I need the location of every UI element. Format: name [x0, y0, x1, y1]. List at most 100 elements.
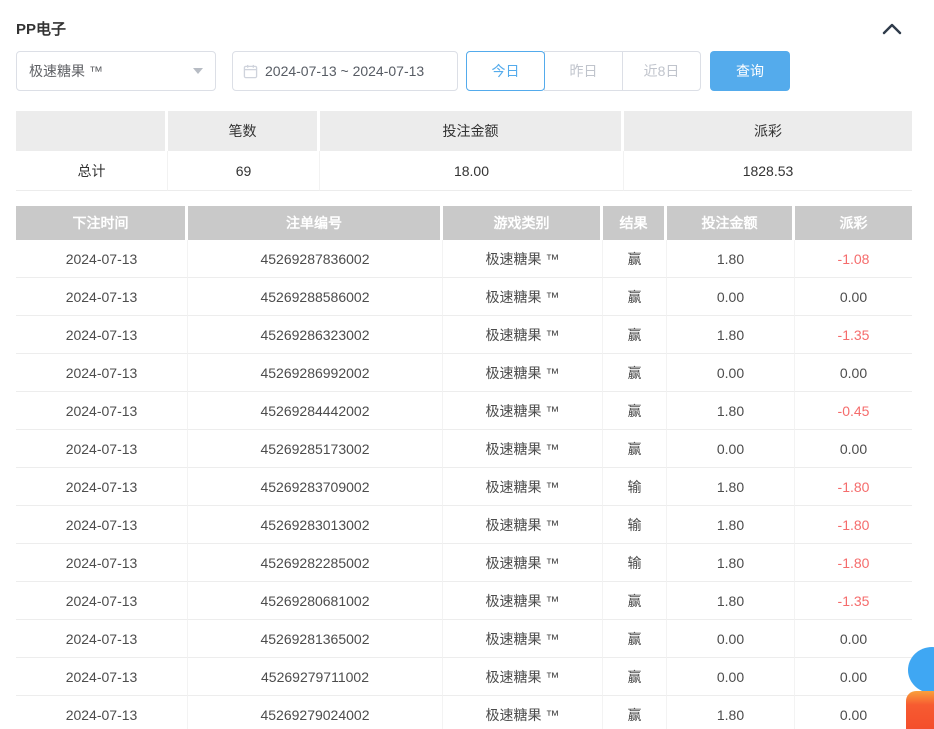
bet-result: 赢: [603, 582, 667, 620]
bet-amount: 0.00: [667, 354, 795, 392]
summary-col-count: 笔数: [168, 111, 320, 151]
bet-game: 极速糖果 ™: [443, 696, 603, 729]
bet-result: 赢: [603, 430, 667, 468]
bet-date: 2024-07-13: [16, 696, 188, 729]
date-quick-buttons: 今日 昨日 近8日: [466, 51, 701, 91]
table-row: 2024-07-1345269288586002极速糖果 ™赢0.000.00: [16, 278, 912, 316]
bet-date: 2024-07-13: [16, 354, 188, 392]
summary-col-blank: [16, 111, 168, 151]
bet-result: 赢: [603, 278, 667, 316]
bet-game: 极速糖果 ™: [443, 620, 603, 658]
bet-amount: 1.80: [667, 392, 795, 430]
bet-id: 45269284442002: [188, 392, 443, 430]
summary-header-row: 笔数 投注金额 派彩: [16, 111, 912, 151]
bet-id: 45269283709002: [188, 468, 443, 506]
summary-total-label: 总计: [16, 151, 168, 191]
bet-id: 45269279024002: [188, 696, 443, 729]
bet-amount: 1.80: [667, 582, 795, 620]
bet-game: 极速糖果 ™: [443, 316, 603, 354]
bet-amount: 0.00: [667, 620, 795, 658]
bet-date: 2024-07-13: [16, 316, 188, 354]
table-row: 2024-07-1345269282285002极速糖果 ™输1.80-1.80: [16, 544, 912, 582]
bet-game: 极速糖果 ™: [443, 506, 603, 544]
bet-payout: -1.08: [795, 240, 912, 278]
table-row: 2024-07-1345269281365002极速糖果 ™赢0.000.00: [16, 620, 912, 658]
bet-result: 输: [603, 544, 667, 582]
table-row: 2024-07-1345269279711002极速糖果 ™赢0.000.00: [16, 658, 912, 696]
bet-game: 极速糖果 ™: [443, 278, 603, 316]
table-row: 2024-07-1345269283709002极速糖果 ™输1.80-1.80: [16, 468, 912, 506]
summary-total-count: 69: [168, 151, 320, 191]
bet-table: 下注时间 注单编号 游戏类别 结果 投注金额 派彩 2024-07-134526…: [16, 206, 912, 729]
bet-payout: 0.00: [795, 354, 912, 392]
bet-amount: 0.00: [667, 658, 795, 696]
game-select[interactable]: 极速糖果 ™: [16, 51, 216, 91]
bet-result: 赢: [603, 354, 667, 392]
summary-total-bet-amount: 18.00: [320, 151, 624, 191]
summary-table: 笔数 投注金额 派彩 总计 69 18.00 1828.53: [16, 111, 912, 191]
bet-amount: 1.80: [667, 240, 795, 278]
col-payout: 派彩: [795, 206, 912, 240]
bet-date: 2024-07-13: [16, 620, 188, 658]
bet-payout: -1.80: [795, 506, 912, 544]
bet-id: 45269283013002: [188, 506, 443, 544]
date-range-value: 2024-07-13 ~ 2024-07-13: [265, 63, 424, 79]
table-row: 2024-07-1345269283013002极速糖果 ™输1.80-1.80: [16, 506, 912, 544]
last-8-days-button[interactable]: 近8日: [622, 51, 701, 91]
report-panel: PP电子 极速糖果 ™ 2024-07-13 ~ 2024-07-13: [0, 0, 934, 729]
calendar-icon: [243, 64, 258, 79]
bet-game: 极速糖果 ™: [443, 544, 603, 582]
bet-date: 2024-07-13: [16, 430, 188, 468]
yesterday-button[interactable]: 昨日: [544, 51, 623, 91]
bet-payout: -1.35: [795, 316, 912, 354]
game-select-value: 极速糖果 ™: [29, 61, 103, 81]
summary-col-payout: 派彩: [624, 111, 912, 151]
today-button[interactable]: 今日: [466, 51, 545, 91]
bet-payout: -1.35: [795, 582, 912, 620]
chevron-down-icon: [193, 68, 203, 74]
bet-table-body: 2024-07-1345269287836002极速糖果 ™赢1.80-1.08…: [16, 240, 912, 729]
col-result: 结果: [603, 206, 667, 240]
bet-game: 极速糖果 ™: [443, 582, 603, 620]
table-row: 2024-07-1345269280681002极速糖果 ™赢1.80-1.35: [16, 582, 912, 620]
filter-bar: 极速糖果 ™ 2024-07-13 ~ 2024-07-13 今日 昨日 近8日…: [16, 51, 912, 91]
date-range-input[interactable]: 2024-07-13 ~ 2024-07-13: [232, 51, 458, 91]
bet-amount: 0.00: [667, 430, 795, 468]
table-row: 2024-07-1345269286323002极速糖果 ™赢1.80-1.35: [16, 316, 912, 354]
bet-result: 赢: [603, 316, 667, 354]
panel-header: PP电子: [16, 0, 912, 38]
bet-date: 2024-07-13: [16, 658, 188, 696]
bet-game: 极速糖果 ™: [443, 354, 603, 392]
bet-payout: -1.80: [795, 544, 912, 582]
customer-service-widget[interactable]: [904, 647, 934, 729]
bet-result: 赢: [603, 658, 667, 696]
bet-date: 2024-07-13: [16, 392, 188, 430]
table-row: 2024-07-1345269285173002极速糖果 ™赢0.000.00: [16, 430, 912, 468]
summary-total-payout: 1828.53: [624, 151, 912, 191]
bet-id: 45269279711002: [188, 658, 443, 696]
bet-id: 45269287836002: [188, 240, 443, 278]
bet-game: 极速糖果 ™: [443, 240, 603, 278]
bet-date: 2024-07-13: [16, 544, 188, 582]
bet-payout: 0.00: [795, 430, 912, 468]
bet-payout: 0.00: [795, 620, 912, 658]
bet-id: 45269282285002: [188, 544, 443, 582]
bet-amount: 1.80: [667, 316, 795, 354]
bet-payout: -1.80: [795, 468, 912, 506]
bet-date: 2024-07-13: [16, 278, 188, 316]
bet-id: 45269286992002: [188, 354, 443, 392]
summary-col-bet-amount: 投注金额: [320, 111, 624, 151]
bet-table-header: 下注时间 注单编号 游戏类别 结果 投注金额 派彩: [16, 206, 912, 240]
chevron-up-icon: [882, 23, 902, 35]
bet-date: 2024-07-13: [16, 582, 188, 620]
collapse-panel-button[interactable]: [880, 19, 904, 39]
search-button[interactable]: 查询: [710, 51, 790, 91]
table-row: 2024-07-1345269286992002极速糖果 ™赢0.000.00: [16, 354, 912, 392]
table-row: 2024-07-1345269287836002极速糖果 ™赢1.80-1.08: [16, 240, 912, 278]
bet-result: 输: [603, 468, 667, 506]
bet-game: 极速糖果 ™: [443, 430, 603, 468]
bet-game: 极速糖果 ™: [443, 392, 603, 430]
bet-date: 2024-07-13: [16, 506, 188, 544]
bet-result: 赢: [603, 240, 667, 278]
table-row: 2024-07-1345269284442002极速糖果 ™赢1.80-0.45: [16, 392, 912, 430]
